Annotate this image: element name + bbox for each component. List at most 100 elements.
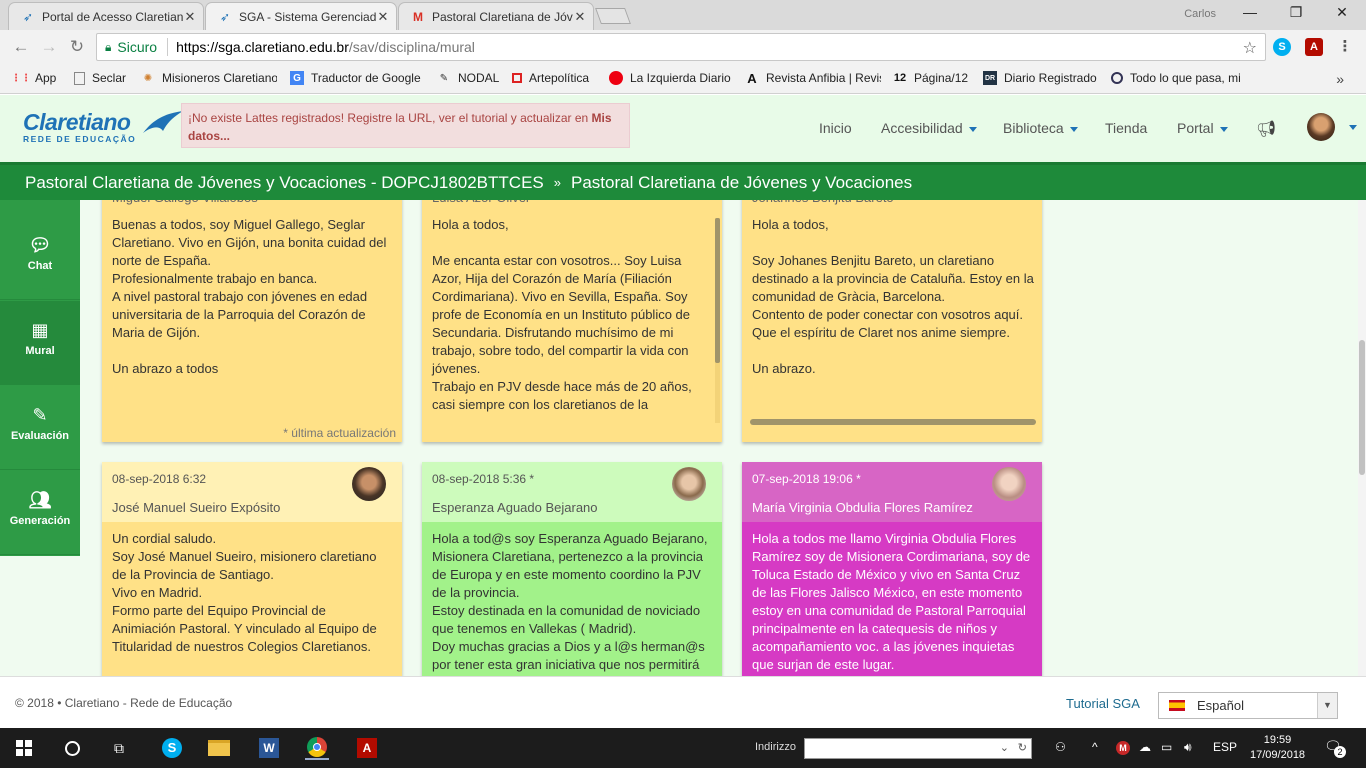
back-icon[interactable]: ← [10,36,32,58]
word-icon[interactable]: W [257,736,281,760]
mural-card: 08-sep-2018 5:36 * Esperanza Aguado Beja… [422,462,722,676]
lattes-alert: ¡No existe Lattes registrados! Registre … [181,103,630,148]
card-scrollbar[interactable] [715,218,720,423]
maximize-icon[interactable]: ❐ [1276,4,1316,24]
bookmark-todo-lo-que-pasa[interactable]: Todo lo que pasa, mi [1111,71,1249,85]
browser-tab-strip: ➶ Portal de Acesso Claretiano ✕ ➶ SGA - … [0,0,1366,30]
skype-extension-icon[interactable]: S [1273,38,1291,56]
close-window-icon[interactable]: ✕ [1322,4,1362,24]
mural-card: Johannes Benjitu Bareto Hola a todos, So… [742,200,1042,442]
mural-content: 💬︎ Chat ▦ Mural ✎ Evaluación 👥︎ Generaci… [0,200,1358,676]
bookmark-seclar[interactable]: Seclar [74,71,126,85]
sidebar-item-mural[interactable]: ▦ Mural [0,301,80,385]
course-title[interactable]: Pastoral Claretiana de Jóvenes y Vocacio… [25,173,544,193]
card-author: Luisa Azor Oliver [422,200,722,210]
lock-icon: 🔒︎ [105,39,112,54]
acrobat-extension-icon[interactable]: A [1305,38,1323,56]
last-update-note: * última actualización [283,426,396,440]
bird-logo-icon [143,111,183,133]
sidebar-item-generacion[interactable]: 👥︎ Generación [0,471,80,555]
language-select[interactable]: Español ▼ [1158,692,1338,719]
people-icon[interactable]: ⚇ [1055,740,1066,754]
sga-icon: ➶ [219,9,231,24]
volume-icon[interactable]: 🔊︎ [1184,740,1192,755]
chrome-icon[interactable] [305,736,329,760]
system-clock[interactable]: 19:59 17/09/2018 [1250,733,1305,763]
forward-icon[interactable]: → [38,36,60,58]
caret-down-icon[interactable] [1349,125,1357,130]
reload-icon[interactable]: ↻ [66,36,88,58]
network-icon[interactable]: ▭ [1161,740,1172,754]
bookmark-translate[interactable]: G Traductor de Google [290,71,421,85]
bookmark-artepolitica[interactable]: Artepolítica [512,71,589,85]
tutorial-sga-link[interactable]: Tutorial SGA [1066,696,1140,711]
bookmark-pagina12[interactable]: 12 Página/12 [893,71,968,85]
language-indicator[interactable]: ESP [1213,740,1237,754]
task-view-icon[interactable]: ⧉ [107,736,131,760]
address-bar[interactable]: 🔒︎ Sicuro https://sga.claretiano.edu.br /… [96,33,1266,61]
card-message: Hola a todos, Me encanta estar con vosot… [432,217,692,412]
star-logo-icon: ✺ [143,72,153,84]
author-avatar [352,467,386,501]
menu-icon[interactable]: ⋮ [1336,38,1354,56]
file-explorer-icon[interactable] [207,736,231,760]
claretiano-logo[interactable]: Claretiano REDE DE EDUCAÇÃO [23,109,183,144]
windows-start-icon[interactable] [12,736,36,760]
tab-portal-acesso[interactable]: ➶ Portal de Acesso Claretiano ✕ [8,2,204,30]
tab-sga[interactable]: ➶ SGA - Sistema Gerenciador ✕ [205,2,397,30]
bookmark-app[interactable]: ⋮⋮ App [11,71,56,85]
page-title: Pastoral Claretiana de Jóvenes y Vocacio… [570,172,913,192]
mural-card: Luisa Azor Oliver Hola a todos, Me encan… [422,200,722,442]
card-author: Miguel Gallego Villalobos [102,200,402,210]
url-path: /sav/disciplina/mural [348,39,475,55]
more-bookmarks-icon[interactable]: » [1336,71,1344,87]
profile-name[interactable]: Carlos [1184,8,1216,20]
megaphone-icon[interactable]: 📢︎ [1256,119,1276,139]
card-message: Hola a todos, Soy Johanes Benjitu Bareto… [752,217,1034,376]
globe-icon [1111,72,1123,84]
user-avatar[interactable] [1307,113,1335,141]
sidebar-item-chat[interactable]: 💬︎ Chat [0,216,80,300]
bookmark-star-icon[interactable]: ☆ [1243,38,1257,58]
tab-pastoral-gmail[interactable]: M Pastoral Claretiana de Jóvenes ✕ [398,2,594,30]
mural-card: Miguel Gallego Villalobos Buenas a todos… [102,200,402,442]
close-icon[interactable]: ✕ [573,9,587,25]
browser-toolbar: ← → ↻ 🔒︎ Sicuro https://sga.claretiano.e… [0,30,1366,64]
author-avatar [992,467,1026,501]
bookmark-izquierda[interactable]: La Izquierda Diario [609,71,731,85]
bookmark-anfibia[interactable]: ARevista Anfibia | Revista [745,71,881,85]
bookmark-misioneros[interactable]: ✺ Misioneros Claretianos [141,71,277,85]
sidebar-item-evaluacion[interactable]: ✎ Evaluación [0,386,80,470]
card-message: Hola a tod@s soy Esperanza Aguado Bejara… [432,531,708,672]
chevron-down-icon[interactable]: ⌄ [1000,741,1009,754]
nav-biblioteca[interactable]: Biblioteca [1003,120,1078,136]
address-toolbar-input[interactable]: ⌄ ↻ [804,738,1032,759]
mcafee-icon[interactable]: M [1116,741,1130,755]
chevron-up-icon[interactable]: ^ [1092,740,1098,754]
nav-portal[interactable]: Portal [1177,120,1228,136]
nav-inicio[interactable]: Inicio [819,120,852,136]
refresh-icon[interactable]: ↻ [1018,741,1027,754]
minimize-icon[interactable]: — [1230,4,1270,24]
skype-taskbar-icon[interactable]: S [160,736,184,760]
page-scrollbar-thumb[interactable] [1359,340,1365,475]
nav-accesibilidad[interactable]: Accesibilidad [881,120,977,136]
secure-label: Sicuro [117,39,158,55]
nav-tienda[interactable]: Tienda [1105,120,1147,136]
cloud-icon[interactable]: ☁ [1139,740,1151,754]
card-author: María Virginia Obdulia Flores Ramírez [752,500,973,515]
course-breadcrumb: Pastoral Claretiana de Jóvenes y Vocacio… [0,162,1366,200]
bookmark-nodal[interactable]: ✎ NODAL [437,71,500,85]
card-date: 08-sep-2018 6:32 [112,472,207,486]
card-horizontal-scrollbar[interactable] [750,419,1036,425]
page-scrollbar[interactable] [1358,200,1366,676]
caret-down-icon [1069,126,1078,132]
bookmark-diario-registrado[interactable]: DR Diario Registrado [983,71,1097,85]
close-icon[interactable]: ✕ [183,9,197,25]
new-tab-button[interactable] [595,8,631,24]
close-icon[interactable]: ✕ [376,9,390,25]
card-date: 07-sep-2018 19:06 * [752,472,861,486]
acrobat-taskbar-icon[interactable]: A [355,736,379,760]
pagina12-icon: 12 [893,72,907,84]
search-circle-icon[interactable] [60,736,84,760]
